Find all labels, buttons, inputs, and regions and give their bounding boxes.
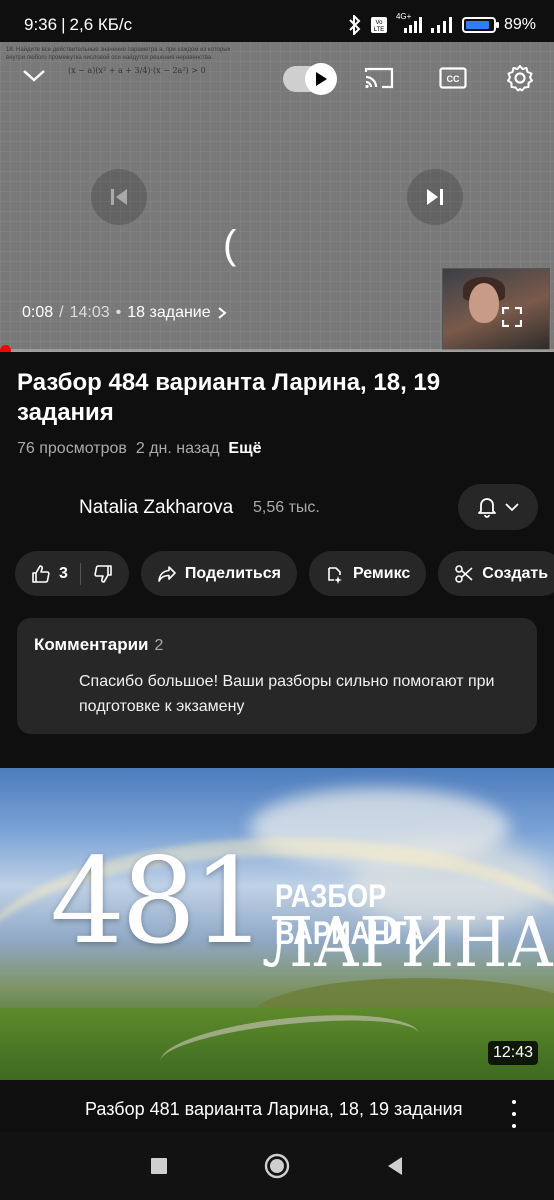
time-display: 0:08 / 14:03 • 18 задание: [22, 304, 227, 322]
status-time: 9:36: [24, 15, 58, 34]
action-bar: 3 Поделиться Ремикс Создать: [15, 551, 554, 596]
next-button[interactable]: [407, 169, 463, 225]
remix-icon: [328, 566, 342, 584]
battery-percent: 89%: [503, 16, 536, 33]
duration-badge: 12:43: [488, 1041, 539, 1065]
next-video-title[interactable]: Разбор 481 варианта Ларина, 18, 19 задан…: [85, 1097, 465, 1135]
home-icon[interactable]: [264, 1153, 290, 1179]
share-label: Поделиться: [184, 564, 281, 582]
channel-row[interactable]: Natalia Zakharova 5,56 тыс.: [0, 482, 554, 532]
svg-text:LTE: LTE: [374, 27, 385, 33]
remix-label: Ремикс: [352, 564, 411, 582]
video-title: Разбор 484 варианта Ларина, 18, 19 задан…: [17, 369, 441, 426]
comments-card[interactable]: Комментарии 2 Спасибо большое! Ваши разбо…: [17, 618, 537, 734]
system-nav-bar: [0, 1132, 554, 1200]
more-options-icon[interactable]: [508, 1100, 520, 1128]
top-comment: Спасибо большое! Ваши разборы сильно пом…: [79, 673, 495, 715]
skip-previous-icon: [111, 189, 127, 205]
thumbnail-number: 481: [50, 832, 267, 970]
network-type: 4G+: [395, 12, 412, 21]
like-dislike-chip: 3: [15, 551, 129, 596]
network-speed: 2,6 КБ/с: [69, 15, 133, 34]
gear-icon[interactable]: [504, 62, 536, 94]
like-count: 3: [59, 564, 68, 582]
remix-button[interactable]: Ремикс: [308, 551, 427, 596]
svg-text:Vo: Vo: [375, 20, 383, 26]
video-player[interactable]: 18. Найдите все действительные значения …: [0, 42, 554, 352]
notification-button[interactable]: [458, 484, 538, 530]
loading-spinner: (: [223, 223, 237, 267]
fullscreen-icon[interactable]: [500, 305, 524, 329]
autoplay-toggle[interactable]: [283, 63, 337, 95]
thumbnail-title: ЛАРИНА: [262, 904, 554, 983]
share-icon: [158, 565, 176, 582]
comments-count: 2: [154, 637, 164, 654]
view-count: 76 просмотров: [17, 440, 127, 457]
video-task-text: 18. Найдите все действительные значения …: [6, 47, 231, 61]
subscriber-count: 5,56 тыс.: [253, 499, 320, 516]
cast-icon[interactable]: [363, 64, 395, 92]
chevron-down-icon[interactable]: [20, 64, 48, 88]
current-time: 0:08: [22, 304, 54, 321]
signal-icon-2: [430, 17, 452, 33]
bluetooth-icon: [349, 15, 361, 35]
webcam-overlay: [442, 268, 550, 350]
scissors-icon: [455, 564, 473, 583]
bell-icon: [478, 498, 496, 518]
dislike-icon[interactable]: [93, 564, 113, 584]
total-duration: 14:03: [69, 304, 110, 321]
more-link[interactable]: Ещё: [228, 440, 261, 458]
back-icon[interactable]: [386, 1156, 404, 1176]
create-label: Создать: [482, 564, 549, 582]
chevron-right-icon[interactable]: [217, 306, 227, 320]
create-button[interactable]: Создать: [438, 551, 554, 596]
chapter-label[interactable]: 18 задание: [127, 304, 210, 322]
upload-age: 2 дн. назад: [135, 440, 220, 457]
comments-header: Комментарии: [34, 635, 149, 654]
video-formula: (x − a)(x² + a + 3/4)·(x − 2a²) > 0: [68, 66, 206, 75]
volte-icon: VoLTE: [370, 17, 387, 33]
share-button[interactable]: Поделиться: [140, 551, 297, 596]
video-meta: 76 просмотров 2 дн. назад Ещё: [17, 440, 261, 458]
captions-icon[interactable]: CC: [438, 64, 468, 92]
recents-icon[interactable]: [150, 1157, 168, 1175]
previous-button[interactable]: [91, 169, 147, 225]
progress-bar[interactable]: [0, 345, 554, 352]
skip-next-icon: [427, 189, 443, 205]
battery-icon: [461, 17, 499, 33]
play-icon: [305, 63, 337, 95]
chevron-down-icon: [505, 503, 519, 511]
svg-text:CC: CC: [447, 74, 460, 84]
like-icon[interactable]: [31, 564, 51, 584]
scrubber-handle[interactable]: [0, 345, 11, 352]
channel-name[interactable]: Natalia Zakharova: [79, 497, 233, 519]
